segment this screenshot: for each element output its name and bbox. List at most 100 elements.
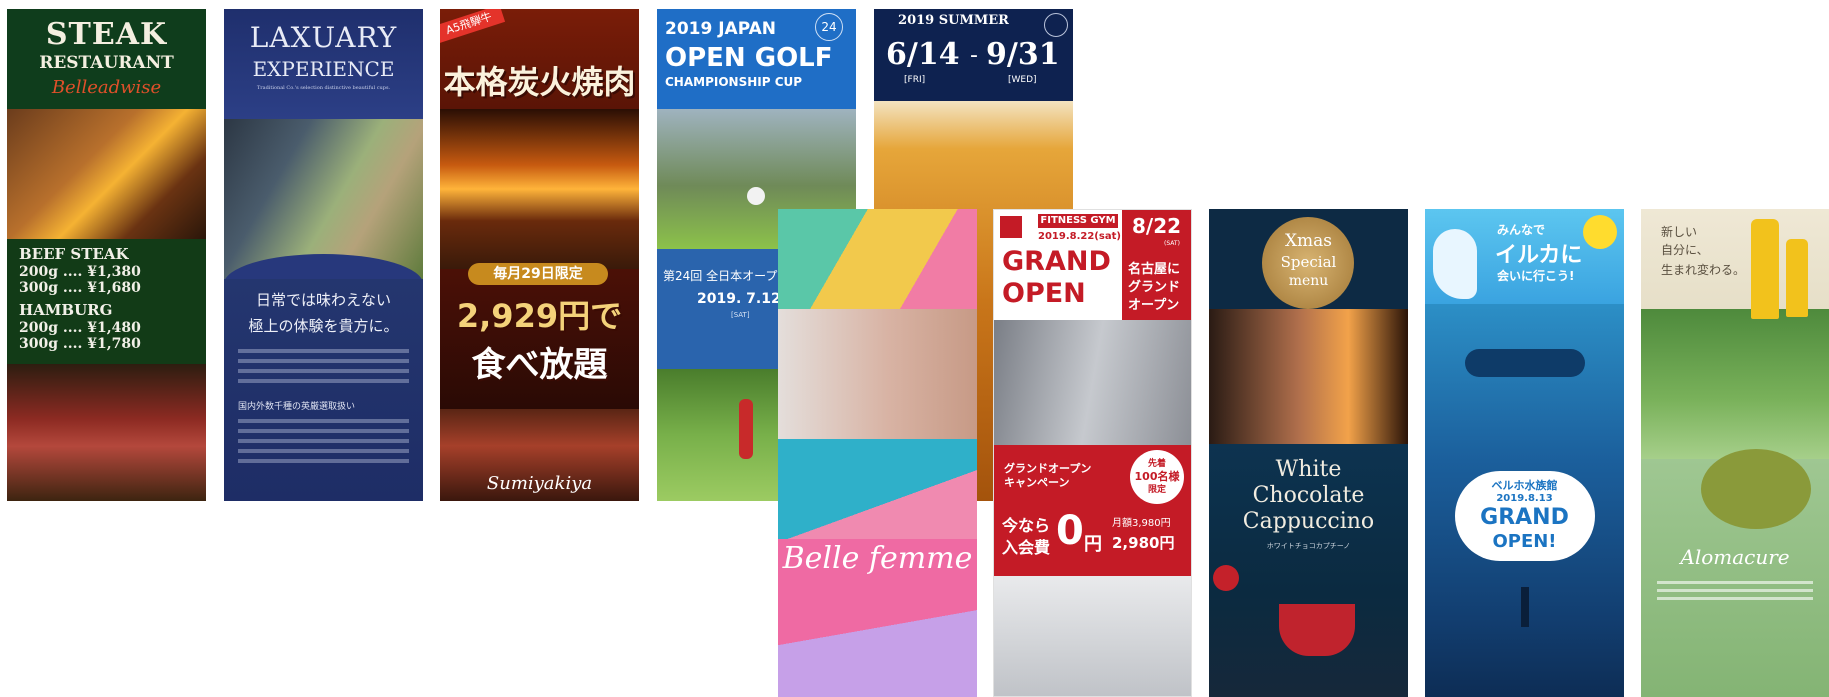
copy-line: 新しい — [1661, 225, 1698, 239]
sun-icon — [1583, 215, 1617, 249]
banner-subtitle: CHAMPIONSHIP CUP — [665, 75, 803, 89]
date-badge: 毎月29日限定 — [468, 263, 608, 285]
grand-text: GRAND — [1480, 505, 1569, 530]
dolphin-figure — [1465, 349, 1585, 377]
monthly-price: 月額3,980円 — [1112, 518, 1171, 529]
grilled-steak-photo — [7, 109, 206, 239]
cocoa-cup-icon — [1279, 604, 1355, 656]
body-text-line — [1657, 597, 1813, 600]
body-text-line — [238, 439, 409, 443]
cosmetics-banner: Belle femme — [778, 209, 977, 697]
body-text-line — [238, 429, 409, 433]
leaves-photo — [1641, 309, 1829, 459]
body-text-line — [238, 359, 409, 363]
date-weekday: (SAT) — [1164, 240, 1180, 247]
now-text: 今なら — [1002, 516, 1051, 535]
cream-swatch — [1701, 449, 1811, 529]
jp-headline: 日常では味わえない — [255, 291, 391, 309]
jp-headline: 極上の体験を貴方に。 — [248, 317, 399, 335]
script-logo: Belleadwise — [51, 77, 162, 98]
menu-price: 200g .... ¥1,480 — [19, 320, 141, 336]
location-text: オープン — [1128, 298, 1180, 313]
drink-name-jp: ホワイトチョコカプチーノ — [1266, 542, 1351, 550]
menu-heading: BEEF STEAK — [19, 245, 129, 263]
jp-title: 第24回 全日本オープン — [663, 269, 790, 283]
open-text: OPEN — [1002, 278, 1086, 309]
limit-text: 限定 — [1147, 485, 1166, 495]
yakiniku-banner: A5飛騨牛 本格炭火焼肉 毎月29日限定 2,929円で 食べ放題 Sumiya… — [440, 9, 639, 501]
brand-logo: Alomacure — [1680, 545, 1790, 569]
badge-text: Xmas — [1284, 231, 1333, 251]
zero-fee: 0 — [1056, 508, 1084, 554]
open-date: 2019.8.13 — [1496, 493, 1553, 504]
open-date: 2019.8.22(sat) — [1038, 231, 1121, 242]
menu-price: 300g .... ¥1,780 — [19, 336, 141, 352]
jp-subheading: 国内外数千種の英厳選取扱い — [238, 402, 356, 412]
golf-ball-icon — [747, 187, 765, 205]
event-day: [SAT] — [731, 311, 750, 319]
date-number: 8/22 — [1132, 214, 1182, 238]
banner-title: LAXUARY — [249, 21, 398, 54]
cosmetics-flatlay — [778, 209, 977, 309]
woman-fireplace-photo — [1209, 309, 1408, 444]
gym-equipment-photo — [994, 576, 1191, 696]
script-logo: Belle femme — [782, 541, 973, 576]
body-text-line — [238, 379, 409, 383]
copy-line: 自分に、 — [1661, 243, 1709, 257]
body-text-line — [238, 349, 409, 353]
fitness-gym-banner: FITNESS GYM 2019.8.22(sat) GRAND OPEN 8/… — [993, 209, 1192, 697]
date-separator: - — [970, 43, 978, 68]
text-panel — [224, 279, 423, 501]
banner-subtitle: EXPERIENCE — [252, 57, 395, 81]
banner-title: OPEN GOLF — [665, 43, 833, 73]
banner-title: STEAK — [45, 17, 168, 52]
fee-label: 入会費 — [1002, 538, 1051, 557]
gym-logo-icon — [1000, 216, 1022, 238]
end-day: [WED] — [1008, 75, 1037, 85]
headline-text: イルカに — [1495, 243, 1583, 268]
drink-name: Chocolate — [1252, 483, 1365, 508]
badge-text: Special — [1280, 253, 1337, 271]
body-text-line — [238, 459, 409, 463]
campaign-title: キャンペーン — [1004, 476, 1070, 489]
discount-price: 2,980円 — [1112, 534, 1175, 552]
silhouette-figure — [1521, 587, 1529, 627]
model-face-photo — [778, 309, 977, 439]
brand-logo: Sumiyakiya — [486, 473, 593, 494]
yen-unit: 円 — [1084, 534, 1102, 555]
price-text: 2,929円で — [456, 297, 623, 335]
steak-restaurant-banner: STEAK RESTAURANT Belleadwise BEEF STEAK … — [7, 9, 206, 501]
banner-subtitle: RESTAURANT — [39, 53, 174, 73]
banner-year: 2019 JAPAN — [665, 19, 776, 39]
start-day: [FRI] — [904, 75, 926, 85]
dolphin-character-icon — [1433, 229, 1477, 299]
charcoal-fire-photo — [440, 109, 639, 269]
drink-name: White — [1275, 457, 1342, 482]
ornament-icon — [1213, 565, 1239, 591]
banner-title: 本格炭火焼肉 — [443, 63, 636, 101]
product-bottle — [1786, 239, 1808, 317]
location-text: グランド — [1128, 280, 1181, 295]
sliced-steak-photo — [7, 364, 206, 501]
drink-name: Cappuccino — [1242, 509, 1375, 534]
banner-tagline: Traditional Co.'s selection distinctive … — [256, 85, 391, 91]
body-text-line — [1657, 589, 1813, 592]
makeup-brushes-photo — [778, 439, 977, 539]
open-text: OPEN! — [1492, 531, 1557, 552]
xmas-cappuccino-banner: Xmas Special menu White Chocolate Cappuc… — [1209, 209, 1408, 697]
menu-heading: HAMBURG — [19, 301, 113, 319]
aquarium-banner: みんなで イルカに 会いに行こう! ベルホ水族館 2019.8.13 GRAND… — [1425, 209, 1624, 697]
golfer-figure — [739, 399, 753, 459]
luxury-experience-banner: LAXUARY EXPERIENCE Traditional Co.'s sel… — [224, 9, 423, 501]
headline-text: 会いに行こう! — [1497, 269, 1575, 283]
body-text-line — [1657, 581, 1813, 584]
emblem-icon — [1044, 13, 1068, 37]
body-text-line — [238, 369, 409, 373]
category-label: FITNESS GYM — [1038, 214, 1118, 228]
body-text-line — [238, 419, 409, 423]
headline-text: みんなで — [1497, 223, 1546, 237]
all-you-can-eat-text: 食べ放題 — [471, 345, 608, 385]
end-date: 9/31 — [986, 37, 1060, 72]
grand-text: GRAND — [1002, 246, 1111, 277]
skincare-banner: 新しい 自分に、 生まれ変わる。 Alomacure — [1641, 209, 1829, 697]
